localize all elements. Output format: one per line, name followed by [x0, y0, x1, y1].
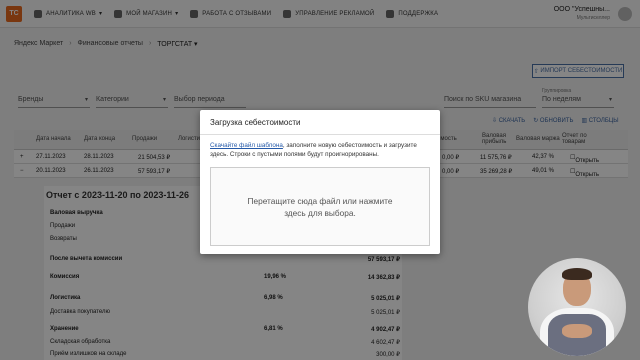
dropzone-label: Перетащите сюда файл или нажмите здесь д…	[247, 195, 393, 218]
download-template-link[interactable]: Скачайте файл шаблона	[210, 142, 283, 149]
upload-cost-dialog: Загрузка себестоимости Скачайте файл шаб…	[200, 110, 440, 254]
dialog-title: Загрузка себестоимости	[210, 118, 301, 127]
file-dropzone[interactable]: Перетащите сюда файл или нажмите здесь д…	[210, 167, 430, 246]
divider	[200, 134, 440, 135]
presenter-hands	[562, 324, 592, 338]
presenter-hair	[562, 268, 592, 280]
presenter-video	[528, 258, 626, 356]
dialog-instructions: Скачайте файл шаблона, заполните новую с…	[210, 141, 432, 159]
